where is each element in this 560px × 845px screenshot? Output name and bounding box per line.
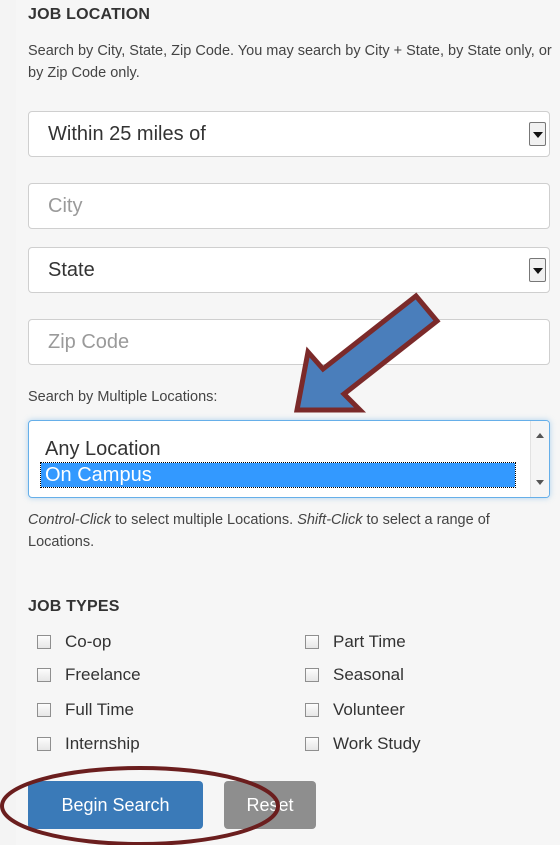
city-placeholder: City <box>48 195 83 217</box>
location-option-any[interactable]: Any Location <box>41 437 161 461</box>
chevron-down-icon[interactable] <box>529 122 546 146</box>
checkbox-full-time[interactable] <box>37 703 51 717</box>
job-type-volunteer[interactable]: Volunteer <box>305 700 405 720</box>
checkbox-internship[interactable] <box>37 737 51 751</box>
job-types-heading: JOB TYPES <box>28 598 120 615</box>
begin-search-button[interactable]: Begin Search <box>28 781 203 829</box>
location-help-text: Search by City, State, Zip Code. You may… <box>28 43 552 81</box>
radius-select-value: Within 25 miles of <box>48 123 206 145</box>
listbox-scrollbar[interactable] <box>530 421 549 497</box>
radius-select[interactable]: Within 25 miles of <box>28 111 550 157</box>
reset-button[interactable]: Reset <box>224 781 316 829</box>
location-option-on-campus[interactable]: On Campus <box>40 462 516 488</box>
job-type-label: Full Time <box>65 700 134 719</box>
multi-select-hint: Control-Click to select multiple Locatio… <box>28 509 553 553</box>
state-select[interactable]: State <box>28 247 550 293</box>
job-type-label: Seasonal <box>333 665 404 684</box>
locations-listbox[interactable]: Any Location On Campus <box>28 420 550 498</box>
zip-code-placeholder: Zip Code <box>48 331 130 353</box>
checkbox-freelance[interactable] <box>37 668 51 682</box>
job-location-heading: JOB LOCATION <box>28 6 151 23</box>
checkbox-part-time[interactable] <box>305 635 319 649</box>
job-type-seasonal[interactable]: Seasonal <box>305 665 404 685</box>
job-type-freelance[interactable]: Freelance <box>37 665 141 685</box>
zip-code-input[interactable]: Zip Code <box>28 319 550 365</box>
checkbox-seasonal[interactable] <box>305 668 319 682</box>
checkbox-work-study[interactable] <box>305 737 319 751</box>
checkbox-volunteer[interactable] <box>305 703 319 717</box>
job-type-label: Volunteer <box>333 700 405 719</box>
scroll-up-icon[interactable] <box>536 433 544 438</box>
job-type-label: Co-op <box>65 632 112 651</box>
state-select-value: State <box>48 259 95 281</box>
job-type-label: Internship <box>65 734 140 753</box>
job-type-label: Freelance <box>65 665 141 684</box>
job-type-part-time[interactable]: Part Time <box>305 632 406 652</box>
hint-shift-click: Shift-Click <box>297 512 363 528</box>
job-type-label: Part Time <box>333 632 406 651</box>
scroll-down-icon[interactable] <box>536 480 544 485</box>
job-type-internship[interactable]: Internship <box>37 734 140 754</box>
city-input[interactable]: City <box>28 183 550 229</box>
hint-control-click: Control-Click <box>28 512 111 528</box>
checkbox-co-op[interactable] <box>37 635 51 649</box>
job-type-work-study[interactable]: Work Study <box>305 734 421 754</box>
job-type-co-op[interactable]: Co-op <box>37 632 111 652</box>
multiple-locations-label: Search by Multiple Locations: <box>28 389 218 405</box>
job-type-full-time[interactable]: Full Time <box>37 700 134 720</box>
hint-control-rest: to select multiple Locations. <box>111 512 298 528</box>
job-type-label: Work Study <box>333 734 421 753</box>
chevron-down-icon[interactable] <box>529 258 546 282</box>
